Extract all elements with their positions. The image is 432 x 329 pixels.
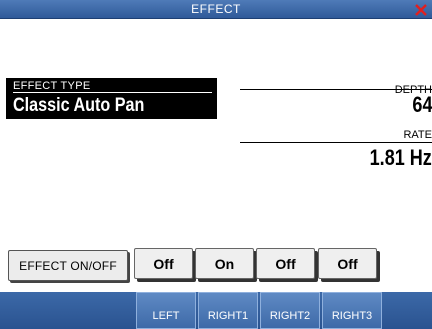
rate-label: RATE: [403, 129, 432, 141]
rate-divider: [240, 142, 432, 143]
right3-effect-toggle[interactable]: Off: [318, 248, 377, 279]
bottom-tab-bar: LEFT RIGHT1 RIGHT2 RIGHT3: [0, 292, 432, 329]
tab-left[interactable]: LEFT: [136, 292, 196, 329]
effect-type-value: Classic Auto Pan: [13, 95, 145, 116]
title-bar: EFFECT: [0, 0, 432, 19]
tab-right3[interactable]: RIGHT3: [322, 292, 382, 329]
rate-value[interactable]: 1.81 Hz: [370, 145, 432, 171]
left-effect-toggle[interactable]: Off: [134, 248, 193, 279]
tab-right1[interactable]: RIGHT1: [198, 292, 258, 329]
effect-type-selector[interactable]: EFFECT TYPE Classic Auto Pan: [6, 78, 217, 119]
window-title: EFFECT: [191, 2, 241, 16]
tab-right2[interactable]: RIGHT2: [260, 292, 320, 329]
right1-effect-toggle[interactable]: On: [195, 248, 254, 279]
right2-effect-toggle[interactable]: Off: [256, 248, 315, 279]
close-button[interactable]: [410, 0, 432, 19]
effect-type-divider: [13, 92, 212, 93]
close-icon: [415, 3, 427, 16]
depth-value[interactable]: 64: [412, 92, 432, 118]
effect-onoff-label: EFFECT ON/OFF: [8, 250, 128, 281]
effect-type-label: EFFECT TYPE: [13, 80, 91, 92]
